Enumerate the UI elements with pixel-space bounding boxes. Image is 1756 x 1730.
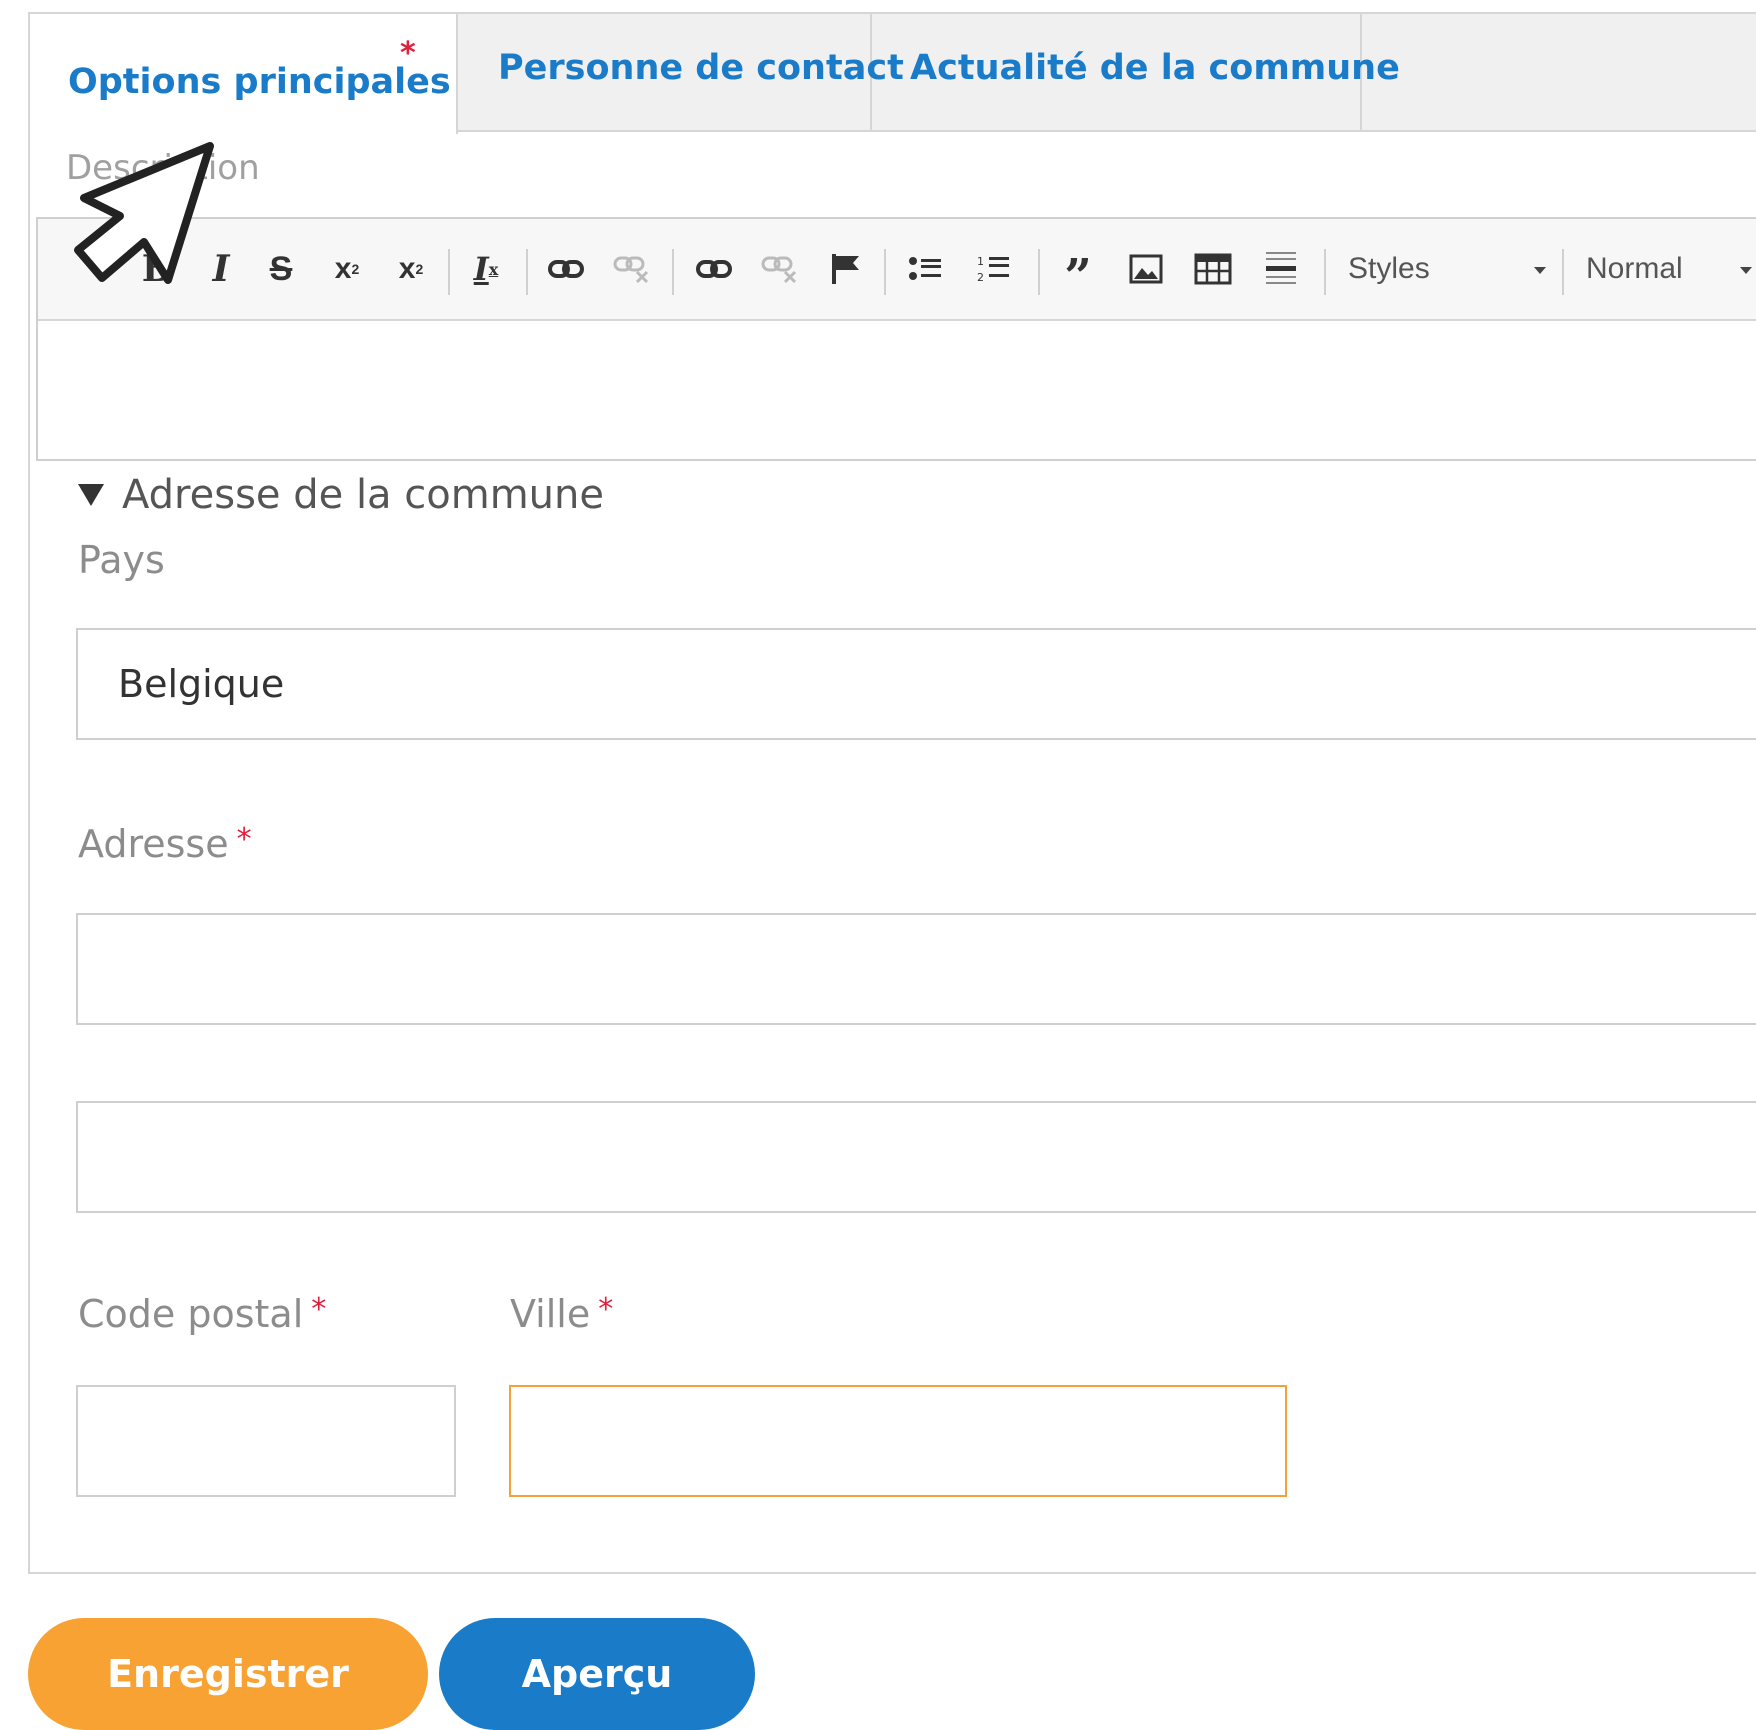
- unlink-icon[interactable]: [604, 219, 660, 319]
- toolbar-separator: [526, 249, 528, 295]
- postal-code-label-text: Code postal: [78, 1292, 304, 1336]
- chevron-down-icon: [1534, 267, 1546, 274]
- tab-commune-news-label: Actualité de la commune: [910, 48, 1400, 88]
- tab-contact-person[interactable]: Personne de contact: [458, 14, 904, 130]
- address-label-text: Adresse: [78, 822, 229, 866]
- toolbar-separator: [1038, 249, 1040, 295]
- triangle-down-icon: [78, 484, 104, 506]
- remove-format-icon[interactable]: Ix: [458, 219, 514, 319]
- preview-button[interactable]: Aperçu: [439, 1618, 755, 1730]
- anchor-flag-icon[interactable]: [818, 219, 874, 319]
- required-mark: *: [598, 1292, 614, 1327]
- image-icon[interactable]: [1118, 219, 1174, 319]
- tab-main-options-label: Options principales: [68, 62, 451, 102]
- tab-commune-news[interactable]: Actualité de la commune: [872, 14, 1400, 130]
- svg-text:1: 1: [977, 255, 984, 268]
- chevron-down-icon: [1740, 267, 1752, 274]
- bulleted-list-icon[interactable]: [896, 219, 954, 319]
- city-label: Ville *: [510, 1292, 613, 1336]
- editor-content-area[interactable]: [38, 321, 1756, 459]
- numbered-list-icon[interactable]: 12: [964, 219, 1022, 319]
- subscript-icon[interactable]: x2: [386, 219, 436, 319]
- strikethrough-icon[interactable]: S: [256, 219, 306, 319]
- link-icon[interactable]: [538, 219, 594, 319]
- save-button[interactable]: Enregistrer: [28, 1618, 428, 1730]
- toolbar-separator: [672, 249, 674, 295]
- table-icon[interactable]: [1184, 219, 1242, 319]
- toolbar-separator: [1324, 249, 1326, 295]
- address-section-title: Adresse de la commune: [122, 472, 604, 518]
- svg-text:2: 2: [977, 271, 984, 284]
- tab-required-mark: *: [400, 36, 416, 71]
- superscript-icon[interactable]: x2: [322, 219, 372, 319]
- styles-dropdown[interactable]: Styles: [1328, 219, 1558, 319]
- editor-toolbar: B I S x2 x2 Ix 12 ”: [38, 219, 1756, 321]
- address-section-toggle[interactable]: Adresse de la commune: [78, 472, 604, 518]
- country-value: Belgique: [118, 662, 285, 706]
- unlink-icon[interactable]: [752, 219, 808, 319]
- city-label-text: Ville: [510, 1292, 591, 1336]
- horizontal-rule-icon[interactable]: [1252, 219, 1310, 319]
- tab-bar: Options principales * Personne de contac…: [30, 14, 1756, 134]
- styles-dropdown-label: Styles: [1348, 252, 1430, 285]
- format-dropdown-label: Normal: [1586, 252, 1683, 285]
- rich-text-editor: B I S x2 x2 Ix 12 ”: [36, 217, 1756, 461]
- toolbar-separator: [884, 249, 886, 295]
- country-label: Pays: [78, 538, 165, 582]
- mouse-pointer-icon: [74, 142, 214, 284]
- address-line2-field[interactable]: [76, 1101, 1756, 1213]
- link-icon[interactable]: [686, 219, 742, 319]
- tab-main-options[interactable]: Options principales *: [30, 14, 458, 134]
- address-line1-field[interactable]: [76, 913, 1756, 1025]
- postal-code-field[interactable]: [76, 1385, 456, 1497]
- format-dropdown[interactable]: Normal: [1564, 219, 1756, 319]
- address-label: Adresse *: [78, 822, 252, 866]
- country-field[interactable]: Belgique: [76, 628, 1756, 740]
- required-mark: *: [311, 1292, 327, 1327]
- blockquote-icon[interactable]: ”: [1048, 219, 1108, 319]
- city-field[interactable]: [509, 1385, 1287, 1497]
- toolbar-separator: [448, 249, 450, 295]
- tab-contact-person-label: Personne de contact: [498, 48, 904, 88]
- postal-code-label: Code postal *: [78, 1292, 326, 1336]
- required-mark: *: [236, 822, 252, 857]
